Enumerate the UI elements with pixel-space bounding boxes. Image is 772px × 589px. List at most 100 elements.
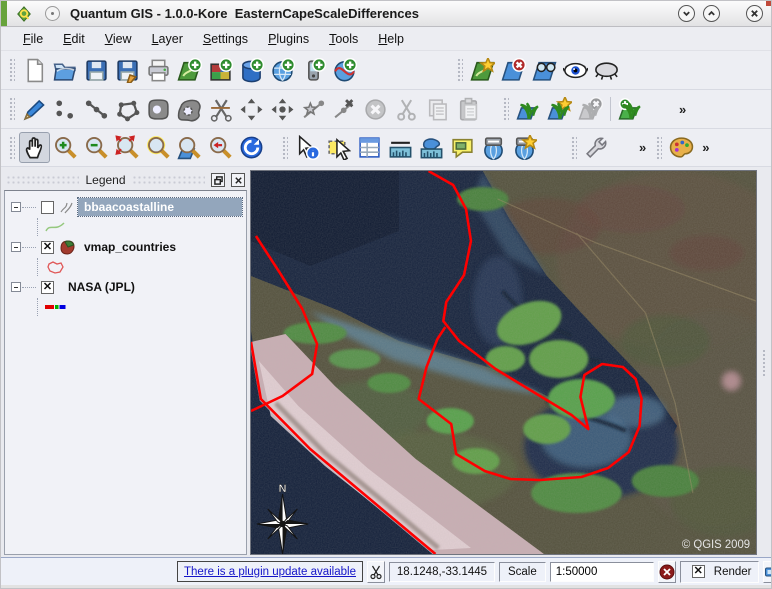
menu-tools[interactable]: Tools (319, 30, 368, 48)
print-composer-button[interactable] (143, 55, 174, 86)
add-to-overview-button[interactable] (529, 55, 560, 86)
maximize-button[interactable] (703, 5, 720, 22)
pan-map-button[interactable] (19, 132, 50, 163)
toolbar-drag-handle[interactable] (8, 135, 15, 161)
open-attribute-table-button[interactable] (354, 132, 385, 163)
menu-layer[interactable]: Layer (142, 30, 193, 48)
add-ring-button[interactable] (143, 94, 174, 125)
open-grass-mapset-button[interactable] (513, 94, 544, 125)
add-wms-layer-button[interactable] (267, 55, 298, 86)
delete-vertex-button[interactable] (329, 94, 360, 125)
layer-name-label[interactable]: NASA (JPL) (62, 278, 141, 296)
title-bar[interactable]: Quantum GIS - 1.0.0-Kore EasternCapeScal… (1, 1, 771, 27)
add-wfs-layer-button[interactable] (329, 55, 360, 86)
toolbar-drag-handle[interactable] (655, 135, 662, 161)
refresh-map-button[interactable] (236, 132, 267, 163)
remove-layer-button[interactable] (498, 55, 529, 86)
menu-view[interactable]: View (95, 30, 142, 48)
hide-all-layers-button[interactable] (591, 55, 622, 86)
grass-tools-button[interactable] (615, 94, 646, 125)
toolbar-drag-handle[interactable] (456, 57, 463, 83)
capture-polygon-button[interactable] (112, 94, 143, 125)
crs-status-button[interactable] (763, 561, 772, 583)
measure-area-button[interactable] (416, 132, 447, 163)
shade-button[interactable] (678, 5, 695, 22)
tree-collapse-icon[interactable] (11, 282, 21, 292)
options-tool-button[interactable] (581, 132, 612, 163)
zoom-full-extent-button[interactable] (112, 132, 143, 163)
move-feature-button[interactable] (236, 94, 267, 125)
layer-visibility-checkbox[interactable] (41, 241, 54, 254)
toolbar-overflow-2-button[interactable]: » (634, 140, 651, 155)
menu-help[interactable]: Help (368, 30, 414, 48)
plugin-update-link[interactable]: There is a plugin update available (184, 566, 356, 578)
add-gpx-layer-button[interactable] (298, 55, 329, 86)
panel-resize-handle[interactable] (762, 349, 767, 377)
window-menu-button[interactable] (45, 6, 60, 21)
new-project-button[interactable] (19, 55, 50, 86)
add-raster-layer-button[interactable] (205, 55, 236, 86)
save-project-button[interactable] (81, 55, 112, 86)
split-features-button[interactable] (205, 94, 236, 125)
legend-panel-titlebar[interactable]: Legend (4, 170, 247, 190)
measure-line-button[interactable] (385, 132, 416, 163)
bookmark-star-icon (512, 135, 537, 160)
toolbar-drag-handle[interactable] (8, 57, 15, 83)
map-canvas[interactable]: N © QGIS 2009 (250, 170, 757, 555)
new-vector-layer-button[interactable] (467, 55, 498, 86)
toolbar-drag-handle[interactable] (502, 96, 509, 122)
legend-layer-row[interactable]: vmap_countries (11, 236, 246, 258)
zoom-in-button[interactable] (50, 132, 81, 163)
menu-edit[interactable]: Edit (53, 30, 95, 48)
menu-settings[interactable]: Settings (193, 30, 258, 48)
add-vertex-button[interactable] (298, 94, 329, 125)
layer-visibility-checkbox[interactable] (41, 281, 54, 294)
show-bookmarks-button[interactable] (509, 132, 540, 163)
identify-features-button[interactable] (292, 132, 323, 163)
new-grass-mapset-button[interactable] (544, 94, 575, 125)
add-vector-layer-button[interactable] (174, 55, 205, 86)
render-checkbox[interactable] (692, 565, 705, 578)
add-postgis-layer-button[interactable] (236, 55, 267, 86)
panel-close-button[interactable] (231, 173, 245, 187)
tree-collapse-icon[interactable] (11, 202, 21, 212)
capture-point-button[interactable] (50, 94, 81, 125)
zoom-to-selection-button[interactable] (143, 132, 174, 163)
toolbar-separator (610, 97, 611, 121)
capture-line-button[interactable] (81, 94, 112, 125)
layer-visibility-checkbox[interactable] (41, 201, 54, 214)
toolbar-drag-handle[interactable] (570, 135, 577, 161)
menu-plugins[interactable]: Plugins (258, 30, 319, 48)
stop-render-button[interactable] (658, 561, 676, 583)
decorations-button[interactable] (666, 132, 697, 163)
move-vertex-button[interactable] (267, 94, 298, 125)
panel-float-button[interactable] (211, 173, 225, 187)
toolbar-overflow-3-button[interactable]: » (697, 140, 714, 155)
new-bookmark-button[interactable] (478, 132, 509, 163)
panel-drag-texture (6, 175, 79, 185)
layer-name-label[interactable]: bbaacoastalline (78, 198, 242, 216)
toggle-editing-button[interactable] (19, 94, 50, 125)
tree-collapse-icon[interactable] (11, 242, 21, 252)
zoom-out-button[interactable] (81, 132, 112, 163)
open-project-button[interactable] (50, 55, 81, 86)
render-toggle[interactable]: Render (680, 561, 760, 583)
select-features-button[interactable] (323, 132, 354, 163)
add-island-button[interactable] (174, 94, 205, 125)
toggle-extents-button[interactable] (367, 561, 385, 583)
layer-name-label[interactable]: vmap_countries (78, 238, 182, 256)
legend-layer-row[interactable]: bbaacoastalline (11, 196, 246, 218)
close-button[interactable] (746, 5, 763, 22)
legend-layer-row[interactable]: NASA (JPL) (11, 276, 246, 298)
menu-file[interactable]: File (13, 30, 53, 48)
scale-input[interactable] (550, 562, 654, 582)
save-as-icon (115, 58, 140, 83)
zoom-last-button[interactable] (205, 132, 236, 163)
save-project-as-button[interactable] (112, 55, 143, 86)
show-all-layers-button[interactable] (560, 55, 591, 86)
map-tips-button[interactable] (447, 132, 478, 163)
toolbar-drag-handle[interactable] (281, 135, 288, 161)
toolbar-drag-handle[interactable] (8, 96, 15, 122)
zoom-to-layer-button[interactable] (174, 132, 205, 163)
toolbar-overflow-button[interactable]: » (674, 102, 691, 117)
